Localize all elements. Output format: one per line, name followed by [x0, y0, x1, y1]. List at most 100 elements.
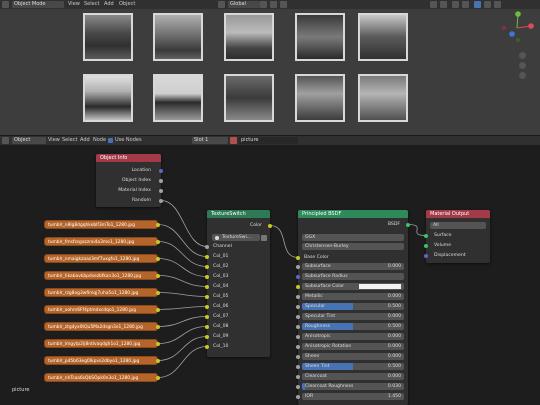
principled-input-field[interactable]: Anisotropic Rotation 0.000	[302, 343, 404, 350]
snap-icon[interactable]	[270, 1, 277, 8]
visibility-icon[interactable]	[430, 1, 437, 8]
rendered-shading-icon[interactable]	[494, 1, 501, 8]
material-output-node[interactable]: Material Output All Surface Volume Displ…	[424, 210, 490, 263]
principled-input-field[interactable]: Specular 0.500	[302, 303, 404, 310]
socket-texture-color[interactable]	[156, 341, 160, 346]
overlay-icon[interactable]	[452, 1, 459, 8]
socket-texture-color[interactable]	[156, 222, 160, 227]
socket-col-in[interactable]	[205, 344, 209, 349]
image-texture-node[interactable]: tumblr_lmgytp2Ij8ntlvaqdgh1o1_1280.jpg	[44, 339, 158, 348]
subsurface-method-dropdown[interactable]: Christensen-Burley	[302, 243, 404, 250]
socket-principled-in[interactable]	[296, 374, 300, 379]
image-texture-node[interactable]: tumblr_n8lg8dgqhkeblf3mTo1_1280.jpg	[44, 220, 158, 229]
socket-texture-color[interactable]	[156, 307, 160, 312]
socket-texture-color[interactable]	[156, 256, 160, 261]
photo-plane[interactable]	[83, 74, 133, 122]
mode-dropdown[interactable]: Object Mode	[12, 1, 64, 8]
socket-principled-in[interactable]	[296, 304, 300, 309]
menu-view[interactable]: View	[68, 1, 80, 8]
editor-type-icon[interactable]	[2, 137, 9, 144]
socket-material-index[interactable]	[159, 188, 163, 193]
socket-col-in[interactable]	[205, 284, 209, 289]
transform-orientation-dropdown[interactable]: Global	[228, 1, 260, 8]
principled-input-field[interactable]: Clearcoat 0.000	[302, 373, 404, 380]
socket-principled-in[interactable]	[296, 384, 300, 389]
principled-input-field[interactable]: IOR 1.450	[302, 393, 404, 400]
socket-bsdf-out[interactable]	[406, 222, 410, 227]
socket-principled-in[interactable]	[296, 324, 300, 329]
camera-view-icon[interactable]	[519, 72, 526, 79]
principled-input-field[interactable]: Subsurface 0.000	[302, 263, 404, 270]
material-name-field[interactable]: picture	[239, 137, 298, 144]
principled-input-field[interactable]: Sheen Tint 0.500	[302, 363, 404, 370]
menu-node[interactable]: Node	[93, 137, 106, 144]
menu-add[interactable]: Add	[80, 137, 90, 144]
color-swatch[interactable]	[359, 284, 401, 289]
socket-principled-in[interactable]	[296, 294, 300, 299]
node-group-dropdown[interactable]: TextureSwi...	[212, 234, 260, 241]
socket-col-in[interactable]	[205, 314, 209, 319]
socket-principled-in[interactable]	[296, 284, 300, 289]
3d-viewport[interactable]: Object Mode View Select Add Object Globa…	[0, 0, 540, 135]
gizmo-icon[interactable]	[440, 1, 447, 8]
texture-switch-node[interactable]: TextureSwitch Color TextureSwi... Channe…	[205, 210, 272, 357]
principled-input-field[interactable]: Subsurface Color	[302, 283, 404, 290]
socket-principled-in[interactable]	[296, 364, 300, 369]
socket-principled-in[interactable]	[296, 394, 300, 399]
zoom-icon[interactable]	[519, 52, 526, 59]
image-texture-node[interactable]: tumblr_rzg8og3wfimqj7uha5o1_1280.jpg	[44, 288, 158, 297]
photo-plane[interactable]	[295, 13, 345, 61]
menu-select[interactable]: Select	[62, 137, 77, 144]
output-target-dropdown[interactable]: All	[430, 222, 486, 229]
socket-principled-in[interactable]	[296, 334, 300, 339]
socket-location[interactable]	[159, 168, 163, 173]
slot-dropdown[interactable]: Slot 1	[192, 137, 228, 144]
image-texture-node[interactable]: tumblr_pd5b63eg0lkpvs2dbyo1_1280.jpg	[44, 356, 158, 365]
node-editor-canvas[interactable]: Object Info Location Object Index Materi…	[0, 145, 540, 405]
photo-plane[interactable]	[358, 74, 408, 122]
use-nodes-checkbox[interactable]	[108, 138, 113, 143]
material-shading-icon[interactable]	[484, 1, 491, 8]
socket-texture-color[interactable]	[156, 324, 160, 329]
socket-principled-in[interactable]	[296, 264, 300, 269]
socket-object-index[interactable]	[159, 178, 163, 183]
principled-input-field[interactable]: Sheen 0.000	[302, 353, 404, 360]
socket-principled-in[interactable]	[296, 314, 300, 319]
socket-color-out[interactable]	[268, 223, 272, 228]
principled-bsdf-node[interactable]: Principled BSDF BSDF GGX Christensen-Bur…	[296, 210, 410, 405]
menu-select[interactable]: Select	[84, 1, 99, 8]
image-texture-node[interactable]: tumblr_hkabavkbpdsezbfkan3o1_1280.jpg	[44, 271, 158, 280]
socket-principled-in[interactable]	[296, 354, 300, 359]
socket-principled-in[interactable]	[296, 274, 300, 279]
photo-plane[interactable]	[295, 74, 345, 122]
xray-icon[interactable]	[462, 1, 469, 8]
socket-col-in[interactable]	[205, 254, 209, 259]
socket-principled-in[interactable]	[296, 344, 300, 349]
image-texture-node[interactable]: tumblr_fmsfzsgazzrxi4a3mo1_1280.jpg	[44, 237, 158, 246]
orientation-icon[interactable]	[218, 1, 225, 8]
socket-col-in[interactable]	[205, 334, 209, 339]
socket-col-in[interactable]	[205, 304, 209, 309]
socket-texture-color[interactable]	[156, 358, 160, 363]
principled-input-field[interactable]: Roughness 0.500	[302, 323, 404, 330]
principled-input-field[interactable]: Metallic 0.000	[302, 293, 404, 300]
photo-plane[interactable]	[153, 74, 203, 122]
pivot-icon[interactable]	[260, 1, 267, 8]
photo-plane[interactable]	[358, 13, 408, 61]
photo-plane[interactable]	[83, 13, 133, 61]
socket-texture-color[interactable]	[156, 273, 160, 278]
image-texture-node[interactable]: tumblr_oohm6Ff4ptmdxcdqo1_1280.jpg	[44, 305, 158, 314]
image-texture-node[interactable]: tumblr_ztgdyx0tQu5Ma2dsgn3o1_1280.jpg	[44, 322, 158, 331]
menu-add[interactable]: Add	[104, 1, 114, 8]
principled-input-field[interactable]: Specular Tint 0.000	[302, 313, 404, 320]
navigation-gizmo[interactable]	[496, 10, 538, 48]
proportional-edit-icon[interactable]	[280, 1, 287, 8]
socket-col-in[interactable]	[205, 294, 209, 299]
menu-object[interactable]: Object	[119, 1, 135, 8]
fake-user-icon[interactable]	[261, 235, 267, 241]
socket-volume[interactable]	[424, 243, 428, 248]
socket-base-color[interactable]	[296, 255, 300, 260]
photo-plane[interactable]	[224, 13, 274, 61]
socket-col-in[interactable]	[205, 274, 209, 279]
socket-texture-color[interactable]	[156, 239, 160, 244]
